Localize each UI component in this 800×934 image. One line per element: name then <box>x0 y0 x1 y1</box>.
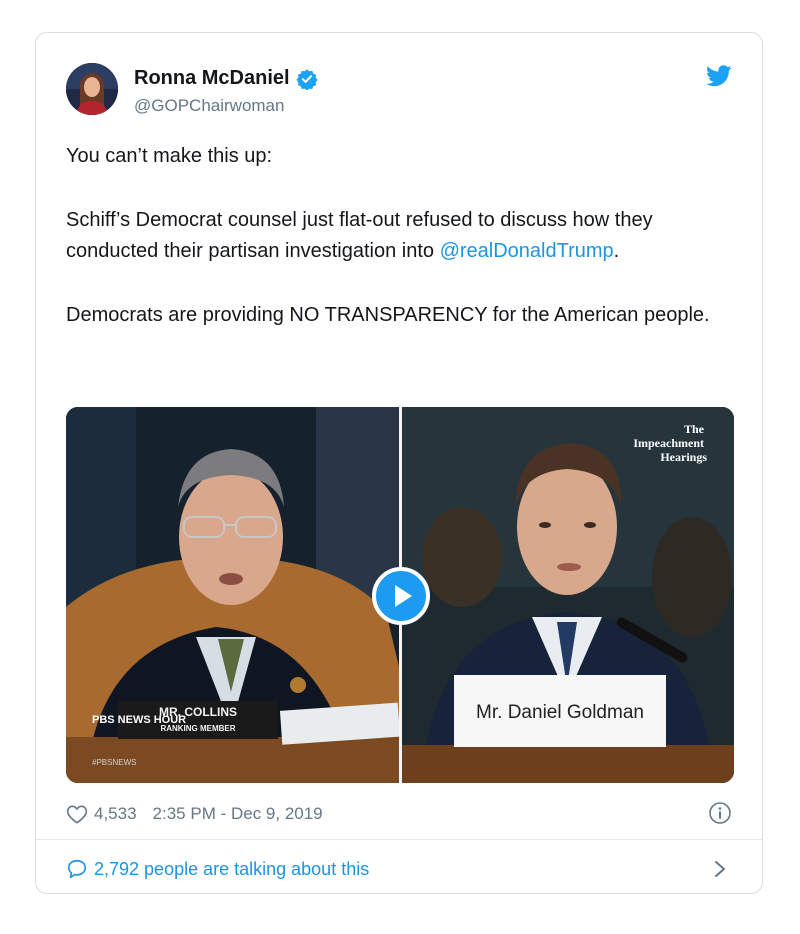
tweet-line-2-end: . <box>613 240 620 262</box>
tweet-line-2: Schiff’s Democrat counsel just flat-out … <box>66 205 726 267</box>
conversation-label: 2,792 people are talking about this <box>94 858 370 879</box>
avatar[interactable] <box>66 63 118 115</box>
video-left-panel: MR. COLLINS RANKING MEMBER PBS NEWS HOUR… <box>66 407 399 783</box>
info-icon[interactable] <box>708 801 732 825</box>
chevron-right-icon[interactable] <box>712 859 728 879</box>
author-name[interactable]: Ronna McDaniel <box>134 67 290 90</box>
tweet-header: Ronna McDaniel @GOPChairwoman <box>66 63 732 123</box>
like-count[interactable]: 4,533 <box>94 804 137 824</box>
video-right-frame: Mr. Daniel Goldman The Impeachment Heari… <box>402 407 734 783</box>
tweet-card: Ronna McDaniel @GOPChairwoman You can’t … <box>35 32 763 894</box>
conversation-link[interactable]: 2,792 people are talking about this <box>66 855 732 883</box>
verified-badge-icon <box>296 68 318 90</box>
tweet-footer: 4,533 2:35 PM - Dec 9, 2019 <box>66 801 732 827</box>
video-right-panel: Mr. Daniel Goldman The Impeachment Heari… <box>402 407 734 783</box>
twitter-bird-icon[interactable] <box>706 65 732 87</box>
author-row: Ronna McDaniel <box>134 67 318 90</box>
avatar-image <box>66 63 118 115</box>
play-button[interactable] <box>372 567 430 625</box>
timestamp[interactable]: 2:35 PM - Dec 9, 2019 <box>153 804 323 824</box>
right-nameplate-text: Mr. Daniel Goldman <box>476 702 644 723</box>
pbs-logo: PBS NEWS HOUR <box>92 714 186 726</box>
pbs-tag: #PBSNEWS <box>92 758 136 767</box>
video-left-frame: MR. COLLINS RANKING MEMBER PBS NEWS HOUR… <box>66 407 399 783</box>
video-media[interactable]: MR. COLLINS RANKING MEMBER PBS NEWS HOUR… <box>66 407 734 783</box>
comment-bubble-icon <box>67 859 87 879</box>
author-handle[interactable]: @GOPChairwoman <box>134 96 284 116</box>
play-icon <box>395 585 412 607</box>
mention-link[interactable]: @realDonaldTrump <box>440 240 614 262</box>
heart-icon[interactable] <box>66 804 88 824</box>
tweet-line-3: Democrats are providing NO TRANSPARENCY … <box>66 304 710 326</box>
footer-divider <box>36 839 762 840</box>
tweet-text: You can’t make this up: Schiff’s Democra… <box>66 141 726 331</box>
tweet-line-1: You can’t make this up: <box>66 145 273 167</box>
